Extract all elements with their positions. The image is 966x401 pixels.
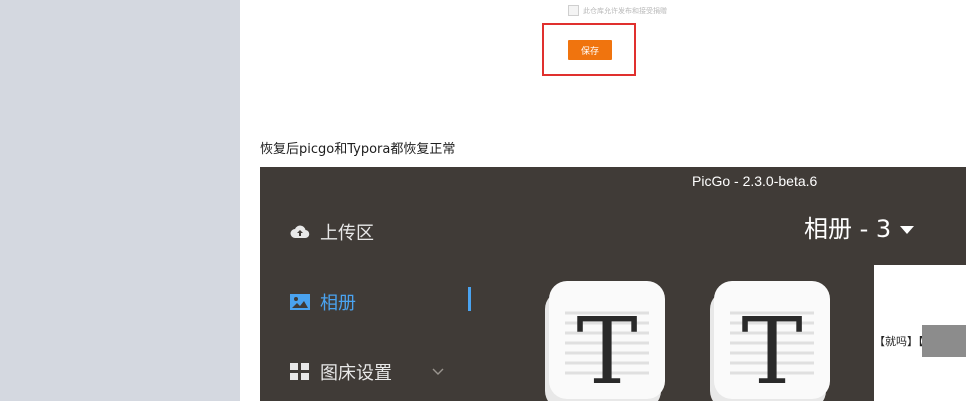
typora-icon: T <box>710 281 830 401</box>
thumbnail-partial[interactable]: 【就吗】【输入 <box>874 265 966 401</box>
left-gutter <box>0 0 240 401</box>
typora-letter: T <box>576 298 637 401</box>
partial-gray-block <box>922 325 966 357</box>
sidebar-item-settings[interactable]: 图床设置 <box>290 359 392 385</box>
partial-strip: 【就吗】【输入 <box>874 325 966 357</box>
window-title: PicGo - 2.3.0-beta.6 <box>692 173 818 189</box>
donation-consent[interactable]: 此仓库允许发布和接受捐赠 <box>568 5 667 16</box>
chevron-down-icon[interactable] <box>432 363 444 381</box>
consent-label: 此仓库允许发布和接受捐赠 <box>583 6 667 15</box>
sidebar-item-label: 上传区 <box>320 223 374 244</box>
typora-icon: T <box>545 281 665 401</box>
picgo-screenshot: PicGo - 2.3.0-beta.6 上传区 相册 图床设置 相册 - 3 … <box>260 167 966 401</box>
caret-down-icon <box>899 213 915 241</box>
album-title-text: 相册 - 3 <box>804 215 892 243</box>
save-button[interactable]: 保存 <box>568 40 612 60</box>
typora-letter: T <box>741 298 802 401</box>
consent-checkbox[interactable] <box>568 5 579 16</box>
sidebar-item-upload[interactable]: 上传区 <box>290 219 374 245</box>
sidebar-item-album[interactable]: 相册 <box>290 289 356 315</box>
caption-text: 恢复后picgo和Typora都恢复正常 <box>260 142 456 157</box>
image-icon <box>290 294 310 310</box>
thumbnail-typora[interactable]: T <box>543 279 665 401</box>
sidebar-item-label: 相册 <box>320 293 356 314</box>
album-title[interactable]: 相册 - 3 <box>804 209 915 244</box>
grid-icon <box>290 363 310 381</box>
thumbnail-typora[interactable]: T <box>708 279 830 401</box>
cloud-upload-icon <box>290 224 310 240</box>
active-indicator <box>468 287 471 311</box>
sidebar-item-label: 图床设置 <box>320 363 392 384</box>
